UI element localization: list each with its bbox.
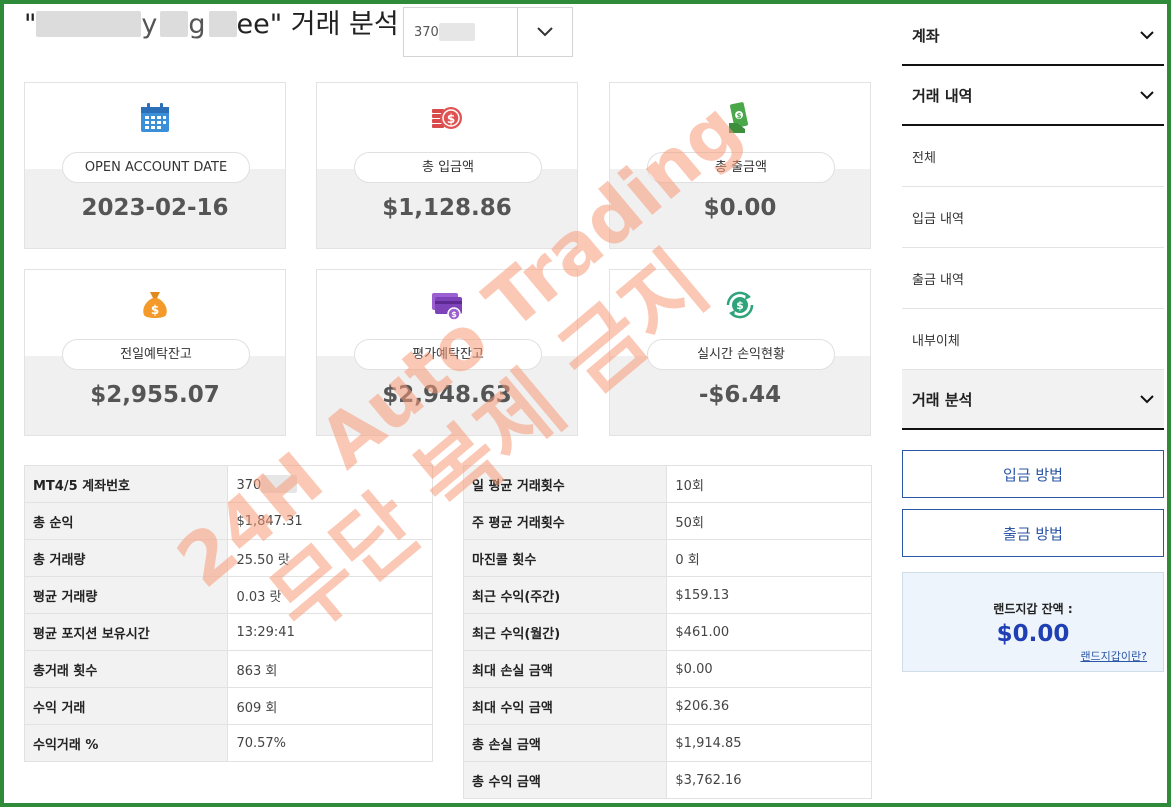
stat-card-label: OPEN ACCOUNT DATE	[62, 152, 250, 183]
table-row: MT4/5 계좌번호 370	[23, 465, 433, 503]
redacted-name-part	[208, 11, 237, 37]
chevron-down-icon	[1140, 90, 1154, 99]
money-bag-icon: $	[25, 288, 285, 322]
stat-card-value: 2023-02-16	[81, 195, 229, 221]
stat-card-value: $1,128.86	[382, 195, 512, 221]
table-row: 평균 포지션 보유시간 13:29:41	[23, 613, 433, 651]
wallet-balance-label: 랜드지갑 잔액 :	[993, 602, 1073, 616]
table-row: 총 순익 $1,847.31	[23, 502, 433, 540]
account-select[interactable]: 370	[403, 7, 573, 57]
chevron-down-icon	[1140, 394, 1154, 403]
table-row: 수익거래 % 70.57%	[23, 724, 433, 762]
stat-card-total-withdrawal: $ 총 출금액 $0.00	[609, 82, 871, 249]
sidebar-item-internal-transfer[interactable]: 내부이체	[902, 309, 1164, 370]
dollar-refresh-icon: $	[610, 288, 870, 322]
table-row: 총 손실 금액 $1,914.85	[462, 724, 872, 762]
table-row: 최대 수익 금액 $206.36	[462, 687, 872, 725]
wallet-balance-box: 랜드지갑 잔액 : $0.00 랜드지갑이란?	[902, 572, 1164, 672]
account-select-value: 370	[404, 8, 518, 56]
svg-text:$: $	[736, 299, 744, 312]
table-row: 총 수익 금액 $3,762.16	[462, 761, 872, 799]
redacted-account-number	[261, 475, 298, 493]
svg-text:$: $	[151, 303, 159, 317]
table-row: 일 평균 거래횟수 10회	[462, 465, 872, 503]
coins-icon: $	[317, 101, 577, 135]
stat-card-open-account-date: OPEN ACCOUNT DATE 2023-02-16	[24, 82, 286, 249]
account-stats-table: MT4/5 계좌번호 370 총 순익 $1,847.31 총 거래량 25.50 랏…	[23, 465, 433, 762]
stat-card-value: -$6.44	[698, 382, 782, 408]
trading-stats-table: 일 평균 거래횟수 10회 주 평균 거래횟수 50회 마진콜 횟수 0 회 최근 수…	[462, 465, 872, 799]
wallet-balance-amount: $0.00	[996, 621, 1070, 647]
stat-card-value: $0.00	[703, 195, 777, 221]
svg-text:$: $	[447, 112, 455, 126]
redacted-name-part	[160, 11, 189, 37]
sidebar-item-withdrawal-history[interactable]: 출금 내역	[902, 248, 1164, 309]
svg-text:$: $	[737, 112, 742, 120]
stat-card-total-deposit: $ 총 입금액 $1,128.86	[316, 82, 578, 249]
svg-text:$: $	[451, 310, 457, 319]
stat-card-value: $2,948.63	[382, 382, 512, 408]
table-row: 평균 거래량 0.03 랏	[23, 576, 433, 614]
table-row: 최근 수익(월간) $461.00	[462, 613, 872, 651]
sidebar-item-deposit-history[interactable]: 입금 내역	[902, 187, 1164, 248]
stat-card-previous-day-balance: $ 전일예탁잔고 $2,955.07	[24, 269, 286, 436]
wallet-info-link[interactable]: 랜드지갑이란?	[1080, 648, 1147, 664]
deposit-method-button[interactable]: 입금 방법	[902, 450, 1164, 498]
sidebar-item-all[interactable]: 전체	[902, 126, 1164, 187]
table-row: 최대 손실 금액 $0.00	[462, 650, 872, 688]
stat-card-label: 평가예탁잔고	[354, 339, 542, 370]
sidebar-section-trade-history[interactable]: 거래 내역	[902, 66, 1164, 126]
table-row: 총거래 횟수 863 회	[23, 650, 433, 688]
stat-card-evaluated-balance: $ 평가예탁잔고 $2,948.63	[316, 269, 578, 436]
calendar-icon	[25, 101, 285, 135]
table-row: 수익 거래 609 회	[23, 687, 433, 725]
stat-card-label: 전일예탁잔고	[62, 339, 250, 370]
page-title: " y g ee" 거래 분석	[24, 9, 399, 40]
stat-card-label: 실시간 손익현황	[647, 339, 835, 370]
withdraw-method-button[interactable]: 출금 방법	[902, 509, 1164, 557]
chevron-down-icon[interactable]	[518, 8, 572, 56]
chevron-down-icon	[1140, 30, 1154, 39]
stat-card-label: 총 입금액	[354, 152, 542, 183]
cash-hand-icon: $	[610, 101, 870, 135]
stat-card-value: $2,955.07	[90, 382, 220, 408]
table-row: 총 거래량 25.50 랏	[23, 539, 433, 577]
redacted-account-number	[438, 23, 475, 41]
sidebar-section-account[interactable]: 계좌	[902, 6, 1164, 66]
redacted-name-part	[36, 11, 142, 37]
table-row: 마진콜 횟수 0 회	[462, 539, 872, 577]
stat-card-realtime-pnl: $ 실시간 손익현황 -$6.44	[609, 269, 871, 436]
table-row: 주 평균 거래횟수 50회	[462, 502, 872, 540]
credit-card-icon: $	[317, 288, 577, 322]
sidebar-section-trade-analysis[interactable]: 거래 분석	[902, 370, 1164, 430]
stat-card-label: 총 출금액	[647, 152, 835, 183]
table-row: 최근 수익(주간) $159.13	[462, 576, 872, 614]
